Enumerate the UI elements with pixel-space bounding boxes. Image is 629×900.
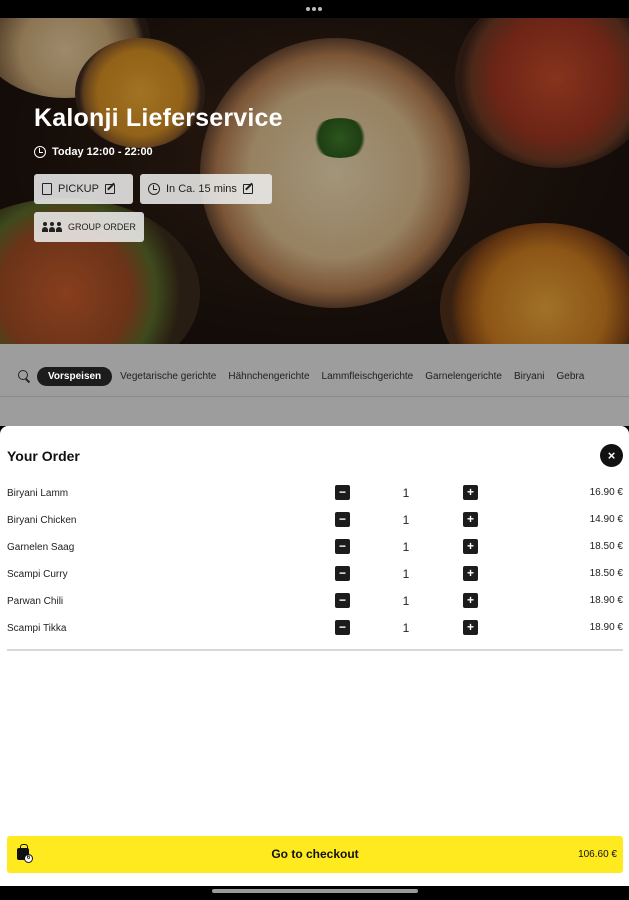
edit-icon bbox=[242, 184, 253, 194]
tab-lammfleischgerichte[interactable]: Lammfleischgerichte bbox=[322, 371, 414, 382]
order-total: 106.60 € bbox=[578, 849, 617, 860]
tab-garnelengerichte[interactable]: Garnelengerichte bbox=[425, 371, 502, 382]
time-label: In Ca. 15 mins bbox=[166, 183, 237, 195]
item-price: 18.90 € bbox=[589, 622, 623, 633]
tab-biryani[interactable]: Biryani bbox=[514, 371, 545, 382]
pickup-button[interactable]: PICKUP bbox=[34, 174, 133, 204]
item-quantity: 1 bbox=[402, 486, 410, 500]
order-item: Scampi Tikka − 1 + 18.90 € bbox=[0, 619, 629, 646]
restaurant-hero: Kalonji Lieferservice Today 12:00 - 22:0… bbox=[0, 18, 629, 344]
order-item: Parwan Chili − 1 + 18.90 € bbox=[0, 592, 629, 619]
decrease-button[interactable]: − bbox=[335, 593, 350, 608]
close-button[interactable]: × bbox=[600, 444, 623, 467]
order-items: Biryani Lamm − 1 + 16.90 € Biryani Chick… bbox=[0, 484, 629, 646]
opening-hours: Today 12:00 - 22:00 bbox=[34, 146, 153, 158]
increase-button[interactable]: + bbox=[463, 593, 478, 608]
increase-button[interactable]: + bbox=[463, 566, 478, 581]
order-title: Your Order bbox=[7, 448, 80, 464]
item-price: 18.90 € bbox=[589, 595, 623, 606]
increase-button[interactable]: + bbox=[463, 485, 478, 500]
multitask-dots-icon[interactable] bbox=[306, 7, 322, 11]
clock-icon bbox=[34, 146, 46, 158]
clock-icon bbox=[148, 183, 160, 195]
divider bbox=[0, 396, 629, 397]
item-name: Biryani Chicken bbox=[7, 515, 77, 526]
order-item: Scampi Curry − 1 + 18.50 € bbox=[0, 565, 629, 592]
decrease-button[interactable]: − bbox=[335, 512, 350, 527]
home-indicator[interactable] bbox=[212, 889, 418, 893]
checkout-label: Go to checkout bbox=[271, 847, 359, 861]
item-quantity: 1 bbox=[402, 594, 410, 608]
divider bbox=[7, 649, 623, 651]
order-sheet: Your Order × Biryani Lamm − 1 + 16.90 € … bbox=[0, 426, 629, 886]
group-order-label: GROUP ORDER bbox=[68, 222, 136, 232]
category-tabs: Vorspeisen Vegetarische gerichte Hähnche… bbox=[0, 361, 629, 391]
time-button[interactable]: In Ca. 15 mins bbox=[140, 174, 272, 204]
edit-icon bbox=[104, 184, 115, 194]
pickup-label: PICKUP bbox=[58, 183, 99, 195]
item-price: 16.90 € bbox=[589, 487, 623, 498]
tab-vegetarische-gerichte[interactable]: Vegetarische gerichte bbox=[120, 371, 216, 382]
decrease-button[interactable]: − bbox=[335, 566, 350, 581]
opening-hours-text: Today 12:00 - 22:00 bbox=[52, 146, 153, 158]
increase-button[interactable]: + bbox=[463, 539, 478, 554]
item-quantity: 1 bbox=[402, 513, 410, 527]
restaurant-name: Kalonji Lieferservice bbox=[34, 104, 283, 132]
group-order-button[interactable]: GROUP ORDER bbox=[34, 212, 144, 242]
increase-button[interactable]: + bbox=[463, 512, 478, 527]
item-price: 18.50 € bbox=[589, 541, 623, 552]
item-name: Scampi Curry bbox=[7, 569, 68, 580]
item-quantity: 1 bbox=[402, 567, 410, 581]
item-price: 14.90 € bbox=[589, 514, 623, 525]
item-quantity: 1 bbox=[402, 621, 410, 635]
group-icon bbox=[42, 222, 62, 232]
item-quantity: 1 bbox=[402, 540, 410, 554]
item-price: 18.50 € bbox=[589, 568, 623, 579]
order-item: Garnelen Saag − 1 + 18.50 € bbox=[0, 538, 629, 565]
item-name: Parwan Chili bbox=[7, 596, 64, 607]
tab-haehnchengerichte[interactable]: Hähnchengerichte bbox=[228, 371, 309, 382]
item-name: Garnelen Saag bbox=[7, 542, 75, 553]
checkout-button[interactable]: 6 Go to checkout 106.60 € bbox=[7, 836, 623, 873]
order-item: Biryani Chicken − 1 + 14.90 € bbox=[0, 511, 629, 538]
order-item: Biryani Lamm − 1 + 16.90 € bbox=[0, 484, 629, 511]
tab-gebra[interactable]: Gebra bbox=[557, 371, 585, 382]
bag-icon bbox=[42, 183, 52, 195]
decrease-button[interactable]: − bbox=[335, 485, 350, 500]
decrease-button[interactable]: − bbox=[335, 620, 350, 635]
category-bar: Vorspeisen Vegetarische gerichte Hähnche… bbox=[0, 344, 629, 426]
decrease-button[interactable]: − bbox=[335, 539, 350, 554]
status-bar bbox=[0, 0, 629, 18]
increase-button[interactable]: + bbox=[463, 620, 478, 635]
tab-vorspeisen[interactable]: Vorspeisen bbox=[37, 366, 113, 386]
item-name: Scampi Tikka bbox=[7, 623, 67, 634]
item-name: Biryani Lamm bbox=[7, 488, 69, 499]
